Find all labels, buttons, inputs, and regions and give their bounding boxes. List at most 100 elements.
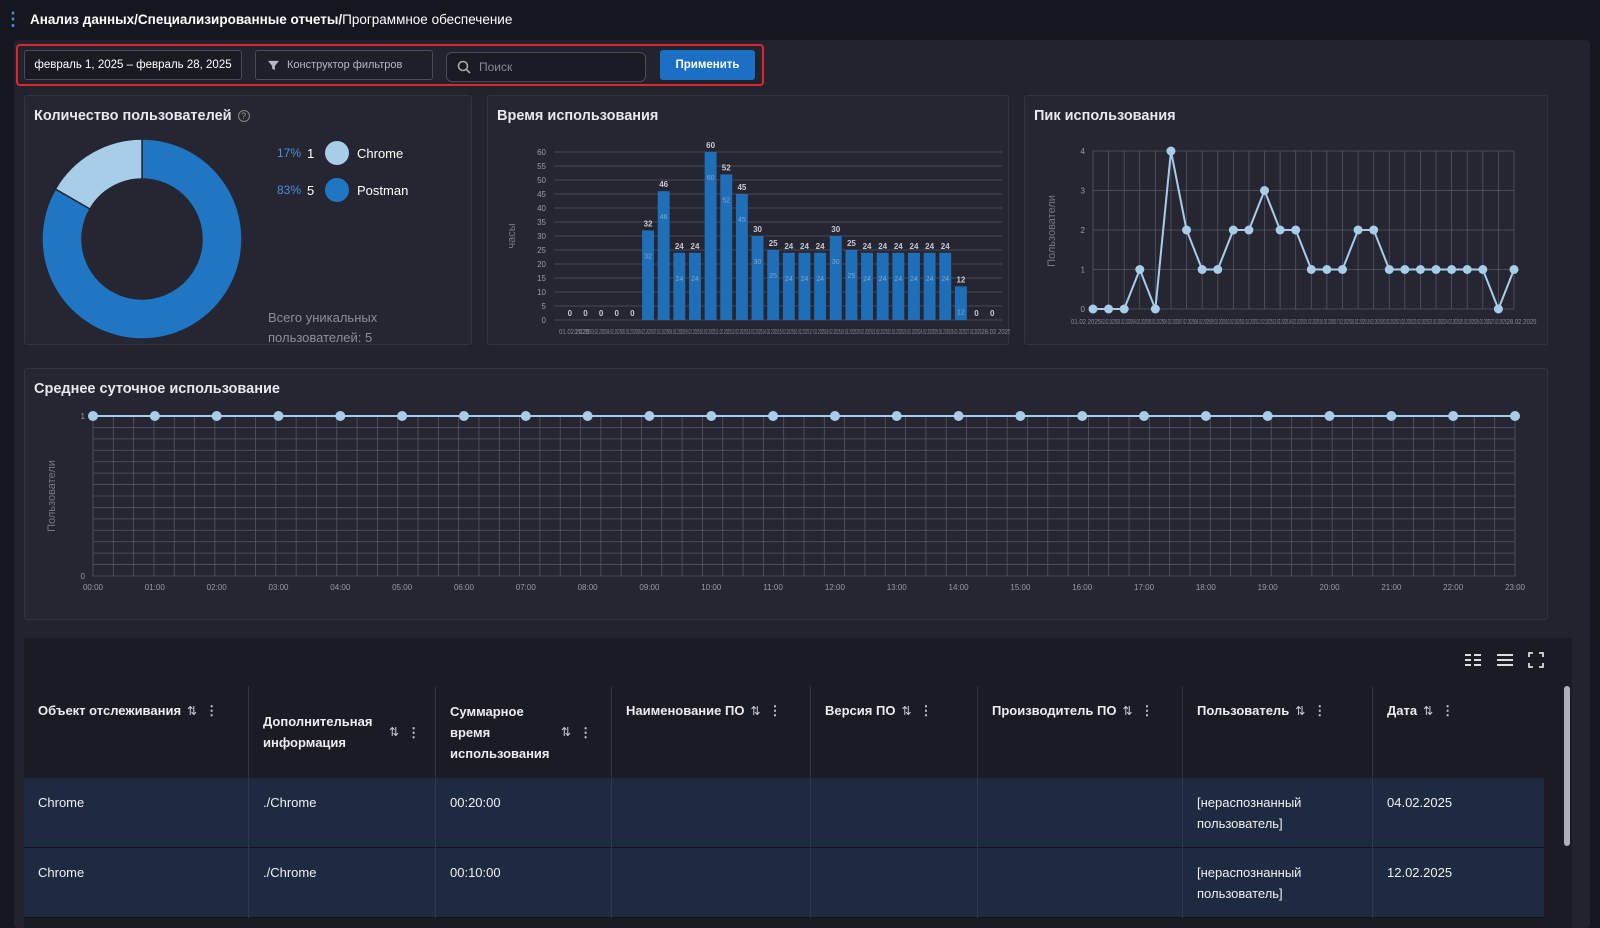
column-header-additional-info[interactable]: Дополнительная информация ⇅ ⋮ [249,686,436,778]
y-tick-label: 3 [1081,187,1086,196]
bar-value-label: 24 [675,242,684,251]
kebab-icon[interactable]: ⋮ [205,703,218,718]
sort-icon[interactable]: ⇅ [901,704,911,718]
bar-value-label: 52 [722,163,731,172]
bar-inner-label: 46 [660,214,668,221]
column-header-software-name[interactable]: Наименование ПО ⇅ ⋮ [612,686,811,778]
bar-inner-label: 24 [816,276,824,283]
bar-value-label: 12 [956,275,965,284]
x-tick-label: 15.02.2025 [1304,319,1320,326]
column-header-software-version[interactable]: Версия ПО ⇅ ⋮ [811,686,978,778]
sort-icon[interactable]: ⇅ [750,704,760,718]
x-tick-label: 21.02.2025 [1397,319,1413,326]
usage-time-bar-chart: 051015202530354045505560часы001.02.20250… [506,141,1010,336]
table-row[interactable]: Chrome ./Chrome 00:10:00 [нераспознанный… [24,848,1544,918]
y-axis-label: часы [506,223,518,248]
kebab-icon[interactable]: ⋮ [1313,703,1326,718]
column-label: Производитель ПО [992,703,1117,718]
data-point [1447,265,1457,274]
kebab-icon[interactable]: ⋮ [769,703,782,718]
help-icon[interactable]: ? [237,110,250,122]
column-header-user[interactable]: Пользователь ⇅ ⋮ [1183,686,1373,778]
filter-builder-button[interactable]: Конструктор фильтров [255,50,433,80]
search-input[interactable] [479,60,629,74]
sort-icon[interactable]: ⇅ [389,722,399,743]
sort-icon[interactable]: ⇅ [1423,704,1433,718]
x-tick-label: 11.02.2025 [715,329,731,336]
bar [767,250,780,320]
usage-time-panel: Время использования 0 5 10 15 20 25 30 35 40 45 50… [487,95,1010,345]
y-tick-label: 20 [537,260,546,269]
kebab-icon[interactable]: ⋮ [407,722,420,743]
table-row[interactable]: Chrome ./Chrome 00:20:00 [нераспознанный… [24,778,1544,848]
top-bar: ⋮ Анализ данных/Специализированные отчет… [0,0,1600,38]
x-tick-label: 24.02.2025 [919,329,935,336]
table-scrollbar[interactable] [1564,686,1570,846]
legend-item-postman[interactable]: 83% 5 Postman [277,178,408,202]
sort-icon[interactable]: ⇅ [187,704,197,718]
filter-builder-label: Конструктор фильтров [287,59,403,71]
sort-icon[interactable]: ⇅ [1122,704,1132,718]
search-box[interactable] [446,52,646,82]
breadcrumb-path[interactable]: Анализ данных/Специализированные отчеты/ [30,12,342,27]
bar-inner-label: 24 [879,276,887,283]
data-point [1244,225,1254,235]
sort-icon[interactable]: ⇅ [561,722,571,743]
bar-inner-label: 60 [707,175,715,182]
peak-usage-panel: Пик использования 0 1 2 3 4 Пользователи 01.02… [1024,95,1548,345]
x-tick-label: 10.02.2025 [1226,319,1242,326]
data-point [1415,265,1425,274]
column-header-object[interactable]: Объект отслеживания ⇅ ⋮ [24,686,249,778]
data-point [1510,411,1520,421]
column-header-total-time[interactable]: Суммарное время использования ⇅ ⋮ [436,686,612,778]
column-header-vendor[interactable]: Производитель ПО ⇅ ⋮ [978,686,1183,778]
x-tick-label: 10:00 [701,583,722,592]
menu-dots-icon[interactable]: ⋮ [4,10,22,28]
kebab-icon[interactable]: ⋮ [1441,703,1454,718]
bar-value-label: 30 [831,225,840,234]
bar-value-label: 32 [644,219,653,228]
column-header-date[interactable]: Дата ⇅ ⋮ [1373,686,1544,778]
cell-software-name [612,778,811,848]
bar-value-label: 0 [630,309,635,318]
bar-value-label: 60 [706,141,715,150]
bar-value-label: 45 [737,183,746,192]
fullscreen-icon[interactable] [1528,652,1544,668]
data-point [1369,225,1379,235]
bar-value-label: 24 [894,242,903,251]
cell-vendor [978,848,1183,918]
data-point [1213,265,1223,274]
daily-usage-line-chart: 0 1 Пользователи 00:00 01:00 02:00 03:00 04:00 0… [46,411,1526,592]
column-label: Наименование ПО [626,703,745,718]
date-range-picker[interactable]: февраль 1, 2025 – февраль 28, 2025 [24,50,242,80]
x-tick-label: 19:00 [1258,583,1279,592]
bar-value-label: 24 [784,242,793,251]
data-point [1337,265,1347,274]
x-tick-label: 01.02.2025 [1071,319,1101,326]
kebab-icon[interactable]: ⋮ [920,703,933,718]
columns-icon[interactable] [1464,652,1482,668]
legend-pct: 17% [277,146,302,160]
breadcrumb: Анализ данных/Специализированные отчеты/… [30,12,512,27]
x-tick-label: 12.02.2025 [1257,319,1273,326]
data-point [149,411,160,421]
bar-inner-label: 25 [847,273,855,280]
x-tick-label: 19.02.2025 [1366,319,1382,326]
kebab-icon[interactable]: ⋮ [579,722,592,743]
bar-inner-label: 24 [801,276,809,283]
legend-item-chrome[interactable]: 17% 1 Chrome [277,141,403,165]
bar [657,191,670,320]
legend-count: 5 [307,182,315,198]
x-tick-label: 20:00 [1320,583,1341,592]
cell-date: 04.02.2025 [1387,795,1453,810]
column-label: Дополнительная информация [263,714,373,750]
sort-icon[interactable]: ⇅ [1295,704,1305,718]
apply-button[interactable]: Применить [660,50,755,80]
kebab-icon[interactable]: ⋮ [1141,703,1154,718]
x-tick-label: 23:00 [1505,583,1526,592]
bar-inner-label: 24 [863,276,871,283]
data-point [1509,265,1519,274]
density-icon[interactable] [1496,652,1514,668]
bar-inner-label: 45 [738,217,746,224]
x-tick-label: 06.02.2025 [637,329,653,336]
